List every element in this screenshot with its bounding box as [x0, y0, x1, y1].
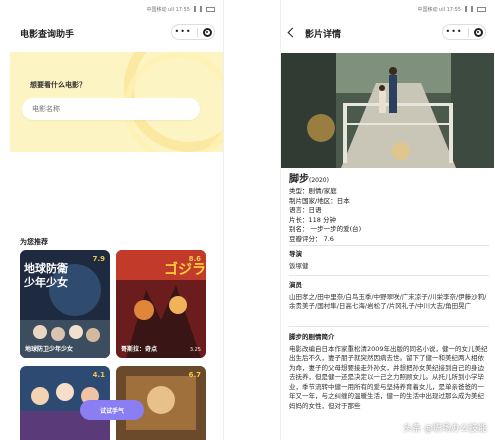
capsule-divider — [467, 27, 469, 37]
movie-year: (2020) — [309, 177, 329, 184]
signal-icon — [194, 6, 202, 12]
movie-country: 制片国家/地区：日本 — [289, 196, 350, 205]
try-luck-button[interactable]: 试试手气 — [80, 400, 144, 420]
section-heading: 脚步的剧情简介 — [289, 333, 335, 341]
section-heading: 导演 — [289, 250, 302, 258]
plot-section: 脚步的剧情简介 电影改编自日本作家重松清2009年出版的同名小说，健一的女儿美纪… — [289, 333, 489, 411]
cast-list: 山田孝之/田中里奈/白鸟玉季/中野翠咲/广末凉子/川栄李奈/伊藤沙莉/余贵美子/… — [289, 292, 487, 311]
movie-douban-score: 豆瓣评分： 7.6 — [289, 234, 334, 243]
card-rating: 4.1 — [92, 371, 105, 379]
watermark: 头条 @职场办公技能 — [403, 424, 487, 434]
page-title: 影片详情 — [305, 29, 342, 40]
cast-section: 演员 山田孝之/田中里奈/白鸟玉季/中野翠咲/广末凉子/川栄李奈/伊藤沙莉/余贵… — [289, 281, 489, 312]
movie-still — [281, 53, 494, 168]
svg-text:ゴジラ: ゴジラ — [164, 261, 206, 278]
battery-icon — [477, 6, 486, 12]
movie-runtime: 片长：118 分钟 — [289, 215, 336, 224]
hero-prompt: 想要看什么电影？ — [30, 81, 86, 89]
battery-icon — [206, 6, 215, 12]
close-target-icon[interactable] — [473, 27, 483, 37]
section-divider — [289, 275, 489, 276]
director-name: 饭塚健 — [289, 261, 309, 270]
svg-text:少年少女: 少年少女 — [23, 275, 68, 289]
card-rating: 6.7 — [188, 371, 201, 379]
movie-name: 脚步 — [289, 174, 309, 185]
search-hero: 想要看什么电影？ — [10, 52, 223, 152]
mini-program-capsule: ••• — [171, 24, 215, 40]
mini-program-capsule: ••• — [442, 24, 486, 40]
recommend-title: 为您推荐 — [20, 238, 48, 246]
card-rating: 7.9 — [92, 255, 105, 263]
card-title: 地球防卫少年少女 — [25, 346, 74, 353]
card-year: 3.25 — [189, 347, 201, 353]
status-bar: 中国移动 ull 17:55 — [10, 0, 223, 18]
nav-bar: 影片详情 ••• — [281, 18, 494, 48]
section-divider — [289, 245, 489, 246]
svg-text:地球防衛: 地球防衛 — [24, 261, 68, 275]
status-text: 中国移动 ull 17:55 — [146, 6, 190, 13]
movie-genre: 类型：剧情/家庭 — [289, 187, 337, 195]
movie-poster: ゴジラ — [116, 250, 206, 358]
status-text: 中国移动 ull 17:55 — [417, 6, 461, 13]
plot-text: 电影改编自日本作家重松清2009年出版的同名小说，健一的女儿美纪出生后不久，妻子… — [289, 344, 488, 410]
movie-language: 语言：日语 — [289, 206, 322, 215]
movie-card[interactable]: 地球防衛 少年少女 7.9 地球防卫少年少女 — [20, 250, 110, 358]
movie-info: 脚步(2020) 类型：剧情/家庭 制片国家/地区：日本 语言：日语 片长：11… — [289, 173, 489, 245]
back-arrow-icon[interactable] — [287, 27, 298, 38]
nav-bar: 电影查询助手 ••• — [10, 18, 223, 48]
section-heading: 演员 — [289, 281, 302, 289]
home-screen: 中国移动 ull 17:55 电影查询助手 ••• 想要看什么电影？ 为您推荐 … — [10, 0, 224, 440]
movie-card[interactable]: ゴジラ 8.6 哥斯拉：奇点 3.25 — [116, 250, 206, 358]
card-rating: 8.6 — [188, 255, 201, 263]
capsule-divider — [196, 27, 198, 37]
search-input[interactable] — [22, 98, 200, 120]
movie-title: 脚步(2020) — [289, 173, 489, 187]
close-target-icon[interactable] — [202, 27, 212, 37]
section-divider — [289, 326, 489, 327]
more-icon[interactable]: ••• — [445, 28, 462, 36]
page-title: 电影查询助手 — [20, 29, 75, 40]
status-bar: 中国移动 ull 17:55 — [281, 0, 494, 18]
signal-icon — [465, 6, 473, 12]
detail-screen: 中国移动 ull 17:55 影片详情 ••• 脚步(2020) 类型：剧情/家… — [280, 0, 494, 440]
director-section: 导演 饭塚健 — [289, 250, 489, 271]
movie-poster: 地球防衛 少年少女 — [20, 250, 110, 358]
more-icon[interactable]: ••• — [174, 28, 191, 36]
card-title: 哥斯拉：奇点 — [121, 346, 158, 353]
movie-aka: 别名： 一步一步的爱(台) — [289, 225, 362, 234]
